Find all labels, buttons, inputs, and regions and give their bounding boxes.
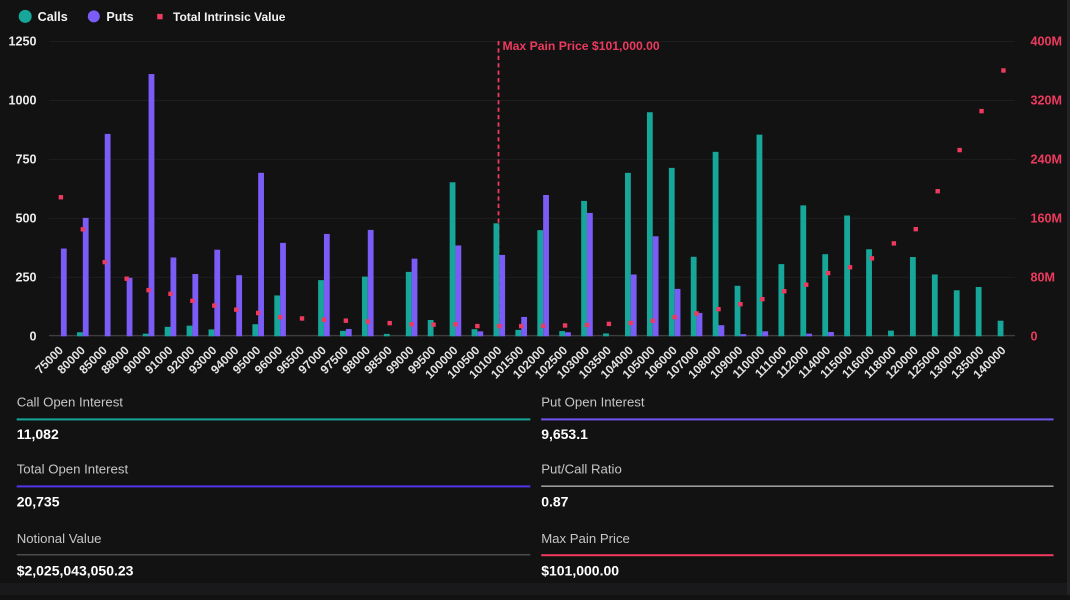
svg-text:1250: 1250 (8, 35, 36, 49)
svg-text:1000: 1000 (8, 94, 36, 108)
svg-text:0: 0 (29, 329, 36, 343)
svg-text:Max Pain Price $101,000.00: Max Pain Price $101,000.00 (503, 39, 660, 53)
svg-text:Calls: Calls (38, 10, 68, 24)
svg-text:250: 250 (15, 270, 36, 284)
svg-text:80M: 80M (1031, 270, 1056, 284)
svg-text:Notional Value: Notional Value (17, 531, 102, 546)
svg-text:$101,000.00: $101,000.00 (541, 562, 619, 578)
svg-text:Put Open Interest: Put Open Interest (541, 395, 645, 410)
svg-text:Max Pain Price: Max Pain Price (541, 531, 630, 546)
svg-text:400M: 400M (1031, 35, 1063, 49)
svg-text:0.87: 0.87 (541, 493, 568, 509)
svg-text:$2,025,043,050.23: $2,025,043,050.23 (17, 562, 134, 578)
svg-text:500: 500 (15, 212, 36, 226)
svg-text:160M: 160M (1031, 212, 1063, 226)
svg-text:Put/Call Ratio: Put/Call Ratio (541, 462, 622, 477)
svg-text:240M: 240M (1031, 153, 1063, 167)
svg-text:750: 750 (15, 153, 36, 167)
svg-text:0: 0 (1031, 329, 1038, 343)
svg-text:11,082: 11,082 (17, 426, 59, 442)
svg-text:Total Intrinsic Value: Total Intrinsic Value (173, 10, 286, 24)
svg-text:Call Open Interest: Call Open Interest (17, 395, 124, 410)
svg-text:20,735: 20,735 (17, 493, 60, 509)
svg-text:Total Open Interest: Total Open Interest (17, 462, 129, 477)
svg-text:Puts: Puts (106, 10, 133, 24)
svg-text:320M: 320M (1031, 94, 1063, 108)
svg-text:9,653.1: 9,653.1 (541, 426, 588, 442)
